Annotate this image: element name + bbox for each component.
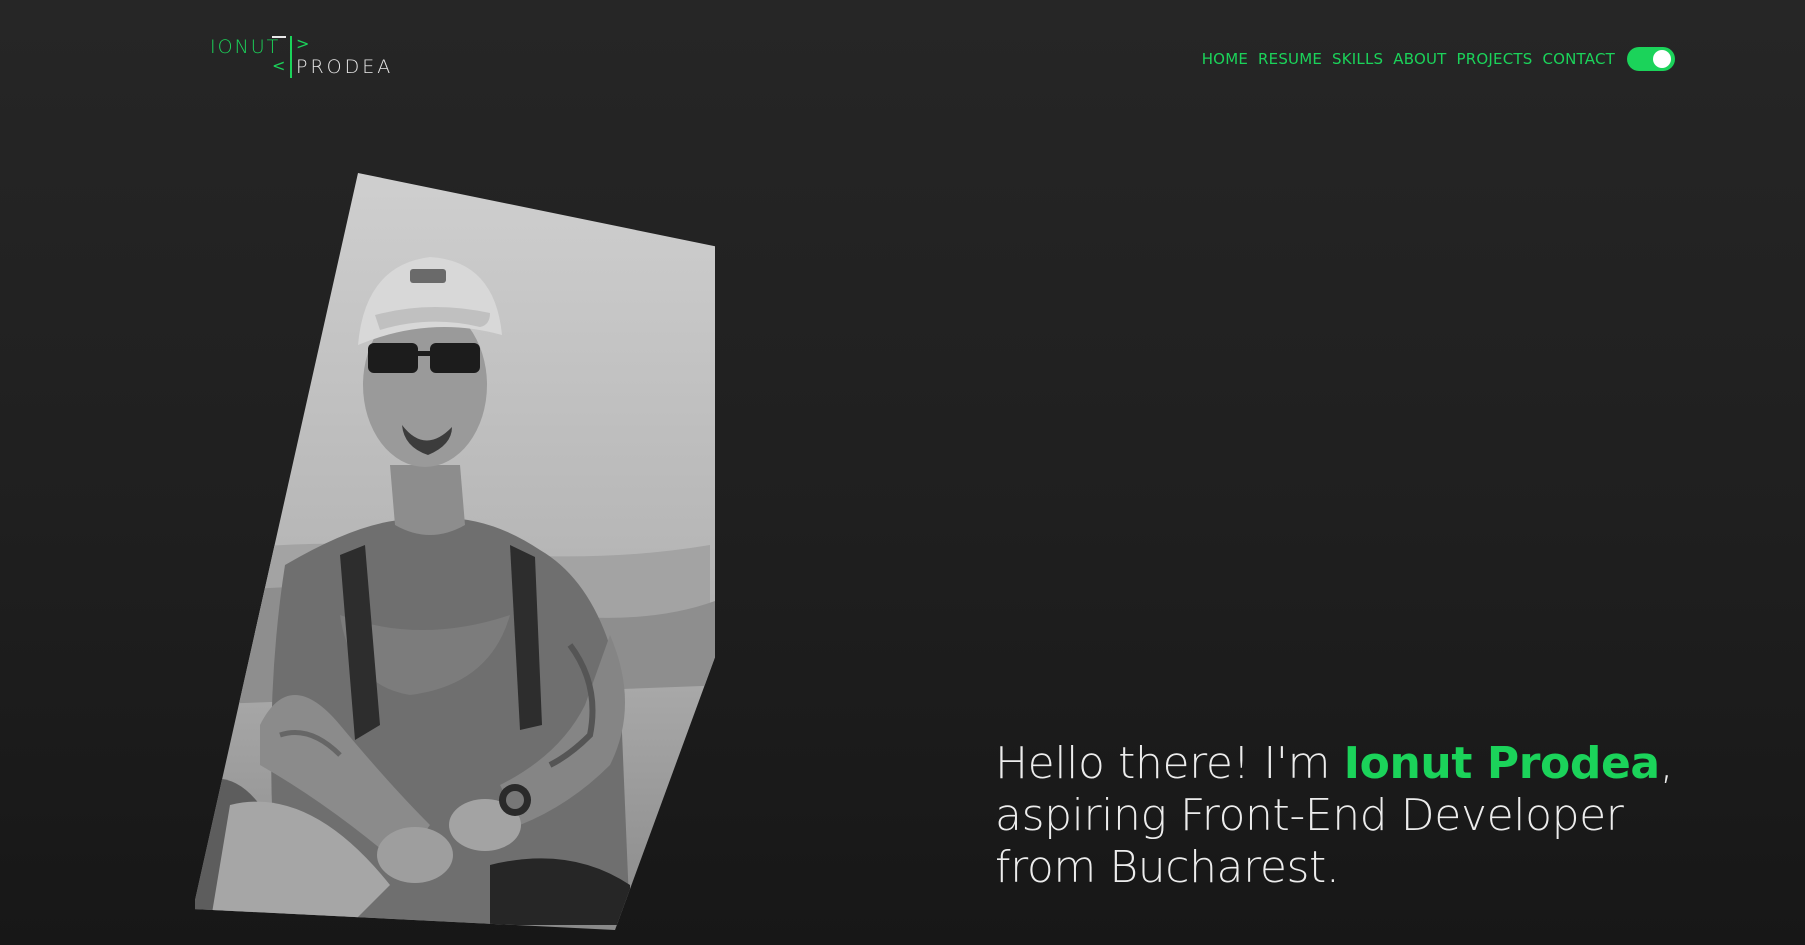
nav-skills[interactable]: SKILLS bbox=[1332, 50, 1383, 68]
hero-line-1: Hello there! I'm Ionut Prodea, bbox=[995, 738, 1685, 790]
nav-home[interactable]: HOME bbox=[1202, 50, 1248, 68]
hero-name: Ionut Prodea bbox=[1343, 738, 1660, 789]
logo-divider bbox=[290, 36, 292, 78]
nav-about[interactable]: ABOUT bbox=[1393, 50, 1446, 68]
main-nav: HOME RESUME SKILLS ABOUT PROJECTS CONTAC… bbox=[1202, 47, 1675, 71]
logo-bracket-open: > bbox=[296, 34, 310, 53]
logo-last-name: PRODEA bbox=[296, 56, 394, 78]
logo-bracket-close: < bbox=[272, 56, 286, 75]
hero-greeting: Hello there! I'm bbox=[995, 738, 1344, 789]
nav-contact[interactable]: CONTACT bbox=[1542, 50, 1615, 68]
site-header: IONUT > < PRODEA HOME RESUME SKILLS ABOU… bbox=[0, 0, 1805, 120]
hero-line-3: from Bucharest. bbox=[995, 842, 1340, 893]
nav-resume[interactable]: RESUME bbox=[1258, 50, 1322, 68]
hero-comma: , bbox=[1659, 738, 1674, 789]
site-logo[interactable]: IONUT > < PRODEA bbox=[210, 34, 410, 80]
hero-intro: Hello there! I'm Ionut Prodea, aspiring … bbox=[995, 738, 1685, 894]
profile-photo bbox=[195, 170, 715, 930]
hero-line-2: aspiring Front-End Developer bbox=[995, 790, 1624, 841]
nav-projects[interactable]: PROJECTS bbox=[1457, 50, 1533, 68]
toggle-knob bbox=[1653, 50, 1671, 68]
profile-photo-graphic bbox=[195, 173, 715, 930]
logo-first-name: IONUT bbox=[210, 36, 281, 58]
theme-toggle[interactable] bbox=[1627, 47, 1675, 71]
logo-tick bbox=[272, 36, 286, 38]
